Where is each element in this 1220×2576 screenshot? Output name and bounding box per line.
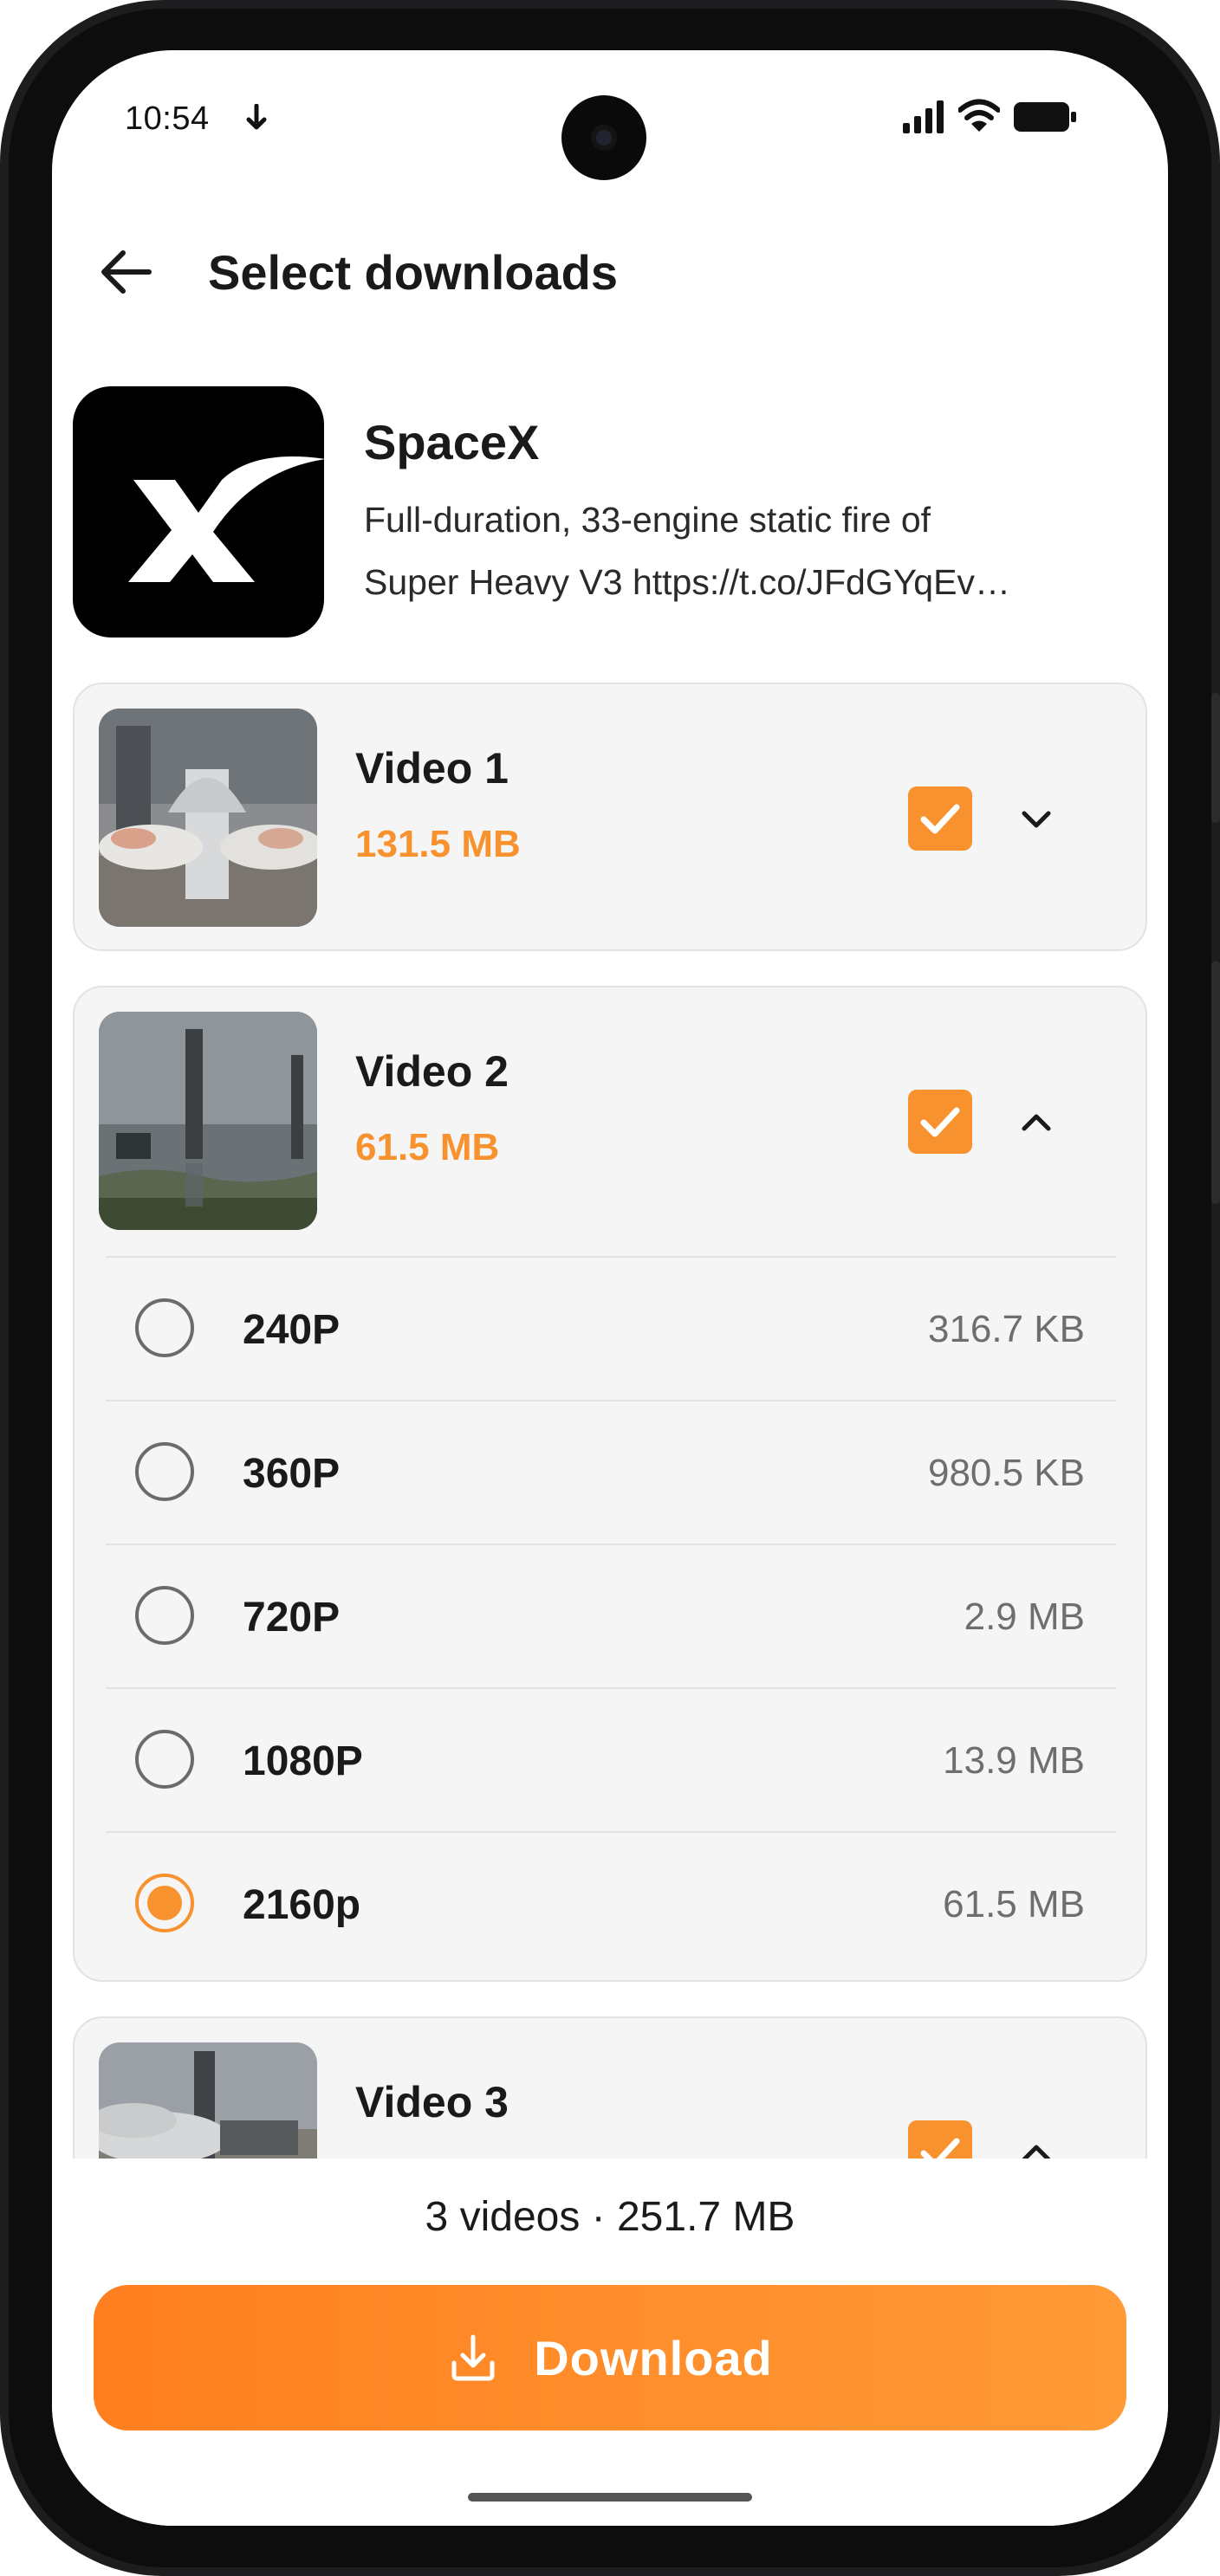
download-button[interactable]: Download xyxy=(94,2285,1126,2430)
channel-name: SpaceX xyxy=(364,415,540,469)
resolution-option[interactable]: 2160p 61.5 MB xyxy=(106,1831,1116,1977)
video-checkbox[interactable] xyxy=(908,1090,972,1154)
download-arrow-icon xyxy=(246,104,267,130)
resolution-option[interactable]: 360P 980.5 KB xyxy=(106,1400,1116,1545)
chevron-down-icon[interactable] xyxy=(1014,797,1059,842)
resolution-size: 61.5 MB xyxy=(943,1883,1085,1926)
resolution-size: 316.7 KB xyxy=(927,1308,1085,1350)
chevron-up-icon[interactable] xyxy=(1014,1100,1059,1145)
checkbox-checked-icon xyxy=(920,1107,960,1137)
video-title: Video 3 xyxy=(355,2078,509,2126)
back-arrow-icon[interactable] xyxy=(97,243,156,301)
resolution-size: 2.9 MB xyxy=(964,1595,1085,1638)
resolution-label: 720P xyxy=(243,1595,341,1641)
resolution-label: 2160p xyxy=(243,1882,361,1928)
front-camera xyxy=(561,95,646,180)
status-time: 10:54 xyxy=(125,100,210,137)
channel-logo xyxy=(73,386,326,638)
resolution-radio-selected[interactable] xyxy=(135,1874,194,1932)
video-card-2[interactable]: Video 2 61.5 MB 240P 316.7 KB 360P 980.5… xyxy=(73,986,1147,1982)
side-button xyxy=(1211,961,1220,1204)
video-size: 61.5 MB xyxy=(355,1126,500,1168)
resolution-radio[interactable] xyxy=(135,1730,194,1789)
description-line: Super Heavy V3 https://t.co/JFdGYqEv… xyxy=(364,562,1010,602)
page-title: Select downloads xyxy=(208,245,618,300)
resolution-option[interactable]: 720P 2.9 MB xyxy=(106,1544,1116,1689)
resolution-radio[interactable] xyxy=(135,1586,194,1645)
home-indicator[interactable] xyxy=(468,2493,752,2502)
video-card-1[interactable]: Video 1 131.5 MB xyxy=(73,683,1147,951)
resolution-option[interactable]: 240P 316.7 KB xyxy=(106,1256,1116,1401)
resolution-label: 1080P xyxy=(243,1738,363,1784)
channel-description: Full-duration, 33-engine static fire of … xyxy=(364,489,1126,613)
download-icon xyxy=(451,2334,495,2381)
resolution-radio[interactable] xyxy=(135,1298,194,1357)
video-size: 131.5 MB xyxy=(355,823,521,865)
video-thumbnail xyxy=(99,709,317,927)
wifi-icon xyxy=(958,99,1000,132)
resolution-size: 13.9 MB xyxy=(943,1739,1085,1782)
resolution-option[interactable]: 1080P 13.9 MB xyxy=(106,1687,1116,1833)
resolution-radio[interactable] xyxy=(135,1442,194,1501)
side-button xyxy=(1211,693,1220,823)
status-bar: 10:54 xyxy=(52,50,1168,189)
signal-icon xyxy=(903,100,944,133)
checkbox-checked-icon xyxy=(920,804,960,834)
video-title: Video 2 xyxy=(355,1047,509,1096)
resolution-label: 360P xyxy=(243,1451,341,1497)
selection-summary: 3 videos · 251.7 MB xyxy=(425,2194,795,2240)
video-checkbox[interactable] xyxy=(908,786,972,851)
description-line: Full-duration, 33-engine static fire of xyxy=(364,500,931,540)
battery-icon xyxy=(1014,102,1076,132)
resolution-size: 980.5 KB xyxy=(927,1452,1085,1494)
download-button-label: Download xyxy=(534,2330,773,2385)
download-button-content: Download xyxy=(94,2285,1126,2430)
resolution-label: 240P xyxy=(243,1307,341,1353)
screen: 10:54 Select downloads SpaceX Full-durat… xyxy=(52,50,1168,2526)
video-thumbnail xyxy=(99,1012,317,1230)
bottom-panel: 3 videos · 251.7 MB Download xyxy=(52,2159,1168,2526)
video-title: Video 1 xyxy=(355,744,509,793)
